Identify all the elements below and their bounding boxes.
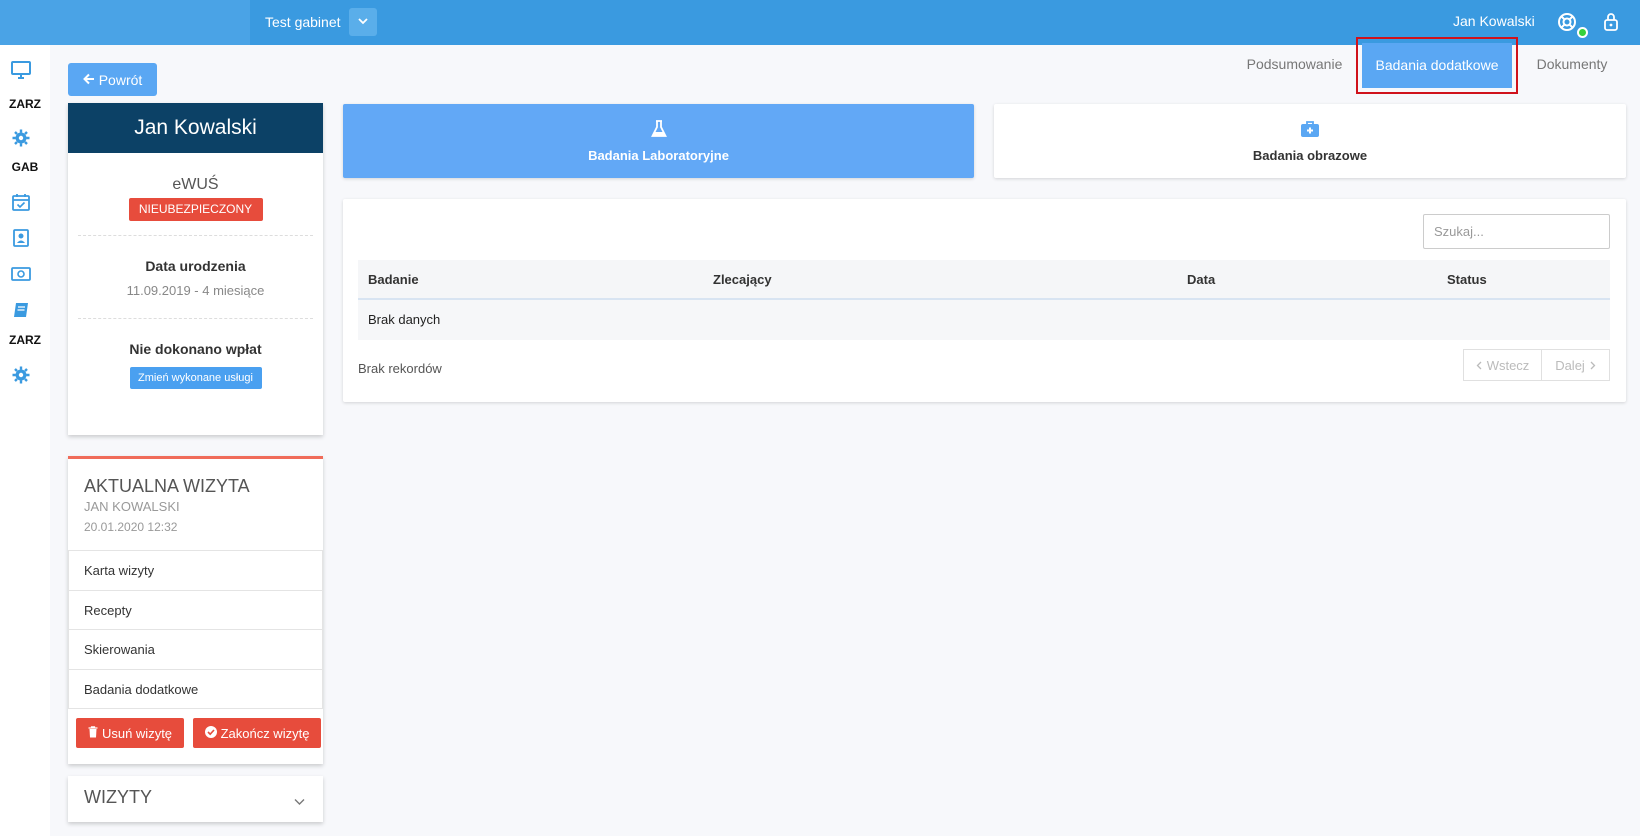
book-icon[interactable] [10,299,32,321]
ewus-label: eWUŚ [172,176,219,193]
online-status-dot [1577,27,1588,38]
check-circle-icon [204,725,217,741]
visits-panel[interactable]: WIZYTY [68,776,323,822]
insurance-status-badge: NIEUBEZPIECZONY [128,198,263,221]
back-button[interactable]: Powrót [68,63,157,96]
column-header-ordered-by[interactable]: Zlecający [713,272,772,287]
patient-card: Jan Kowalski eWUŚ NIEUBEZPIECZONY Data u… [68,103,323,435]
visit-patient-name: JAN KOWALSKI [84,499,180,514]
column-header-test[interactable]: Badanie [368,272,419,287]
divider [78,318,313,319]
dob-value: 11.09.2019 - 4 miesiące [126,283,265,298]
search-input[interactable] [1423,214,1610,249]
arrow-left-icon [82,72,95,88]
table-header: Badanie Zlecający Data Status [358,260,1610,300]
column-header-date[interactable]: Data [1187,272,1215,287]
clinic-dropdown-button[interactable] [349,8,377,36]
records-count: Brak rekordów [358,361,442,376]
category-imaging[interactable]: Badania obrazowe [994,104,1626,178]
category-laboratory-label: Badania Laboratoryjne [588,148,729,163]
user-name[interactable]: Jan Kowalski [1453,13,1535,29]
lifebuoy-icon[interactable] [1556,11,1578,33]
empty-table-message: Brak danych [368,312,441,327]
clinic-name: Test gabinet [265,14,341,30]
visit-menu-item-card[interactable]: Karta wizyty [68,551,323,591]
visit-menu: Karta wizyty Recepty Skierowania Badania… [68,550,323,709]
chevron-left-icon [1476,358,1482,373]
next-page-label: Dalej [1555,357,1585,373]
contact-book-icon[interactable] [10,227,32,249]
chevron-down-icon[interactable] [294,794,305,809]
category-laboratory[interactable]: Badania Laboratoryjne [343,104,974,178]
prev-page-button[interactable]: Wstecz [1463,349,1542,381]
tab-summary[interactable]: Podsumowanie [1232,40,1357,89]
trash-icon [88,725,98,741]
tab-additional-tests[interactable]: Badania dodatkowe [1356,37,1518,94]
medkit-icon [994,120,1626,138]
visit-datetime: 20.01.2020 12:32 [84,520,178,534]
finish-visit-label: Zakończ wizytę [220,725,310,741]
patient-name: Jan Kowalski [68,103,323,153]
nav-label-zarz[interactable]: ZARZ [0,97,50,111]
table-row: Brak danych [358,300,1610,340]
prev-page-label: Wstecz [1486,357,1530,373]
chevron-right-icon [1590,358,1596,373]
visits-title: WIZYTY [84,787,152,807]
lock-icon[interactable] [1600,11,1622,33]
left-navigation: ZARZ GAB ZARZ [0,45,50,836]
tests-table-panel: Badanie Zlecający Data Status Brak danyc… [343,199,1626,402]
nav-label-gab[interactable]: GAB [0,160,50,174]
delete-visit-label: Usuń wizytę [101,725,173,741]
dob-title: Data urodzenia [145,258,246,274]
column-header-status[interactable]: Status [1447,272,1487,287]
divider [78,235,313,236]
current-visit-card: AKTUALNA WIZYTA JAN KOWALSKI 20.01.2020 … [68,456,323,764]
money-icon[interactable] [10,263,32,285]
flask-icon [343,120,974,138]
back-button-label: Powrót [98,71,143,88]
delete-visit-button[interactable]: Usuń wizytę [76,718,184,748]
gear-icon[interactable] [10,364,32,386]
payments-title: Nie dokonano wpłat [129,341,262,357]
chevron-down-icon [357,15,369,30]
top-bar: Test gabinet Jan Kowalski [0,0,1640,45]
category-imaging-label: Badania obrazowe [1252,148,1368,163]
next-page-button[interactable]: Dalej [1541,349,1610,381]
visit-menu-item-prescriptions[interactable]: Recepty [68,590,323,630]
current-visit-title: AKTUALNA WIZYTA [84,476,250,496]
visit-menu-item-referrals[interactable]: Skierowania [68,630,323,670]
nav-label-zarz-2[interactable]: ZARZ [0,333,50,347]
visit-menu-item-additional-tests[interactable]: Badania dodatkowe [68,669,323,709]
finish-visit-button[interactable]: Zakończ wizytę [193,718,321,748]
tab-documents[interactable]: Dokumenty [1524,40,1620,89]
brand-area [0,0,250,45]
monitor-icon[interactable] [10,59,32,81]
gear-icon[interactable] [10,127,32,149]
change-services-button[interactable]: Zmień wykonane usługi [129,367,262,389]
calendar-check-icon[interactable] [10,191,32,213]
